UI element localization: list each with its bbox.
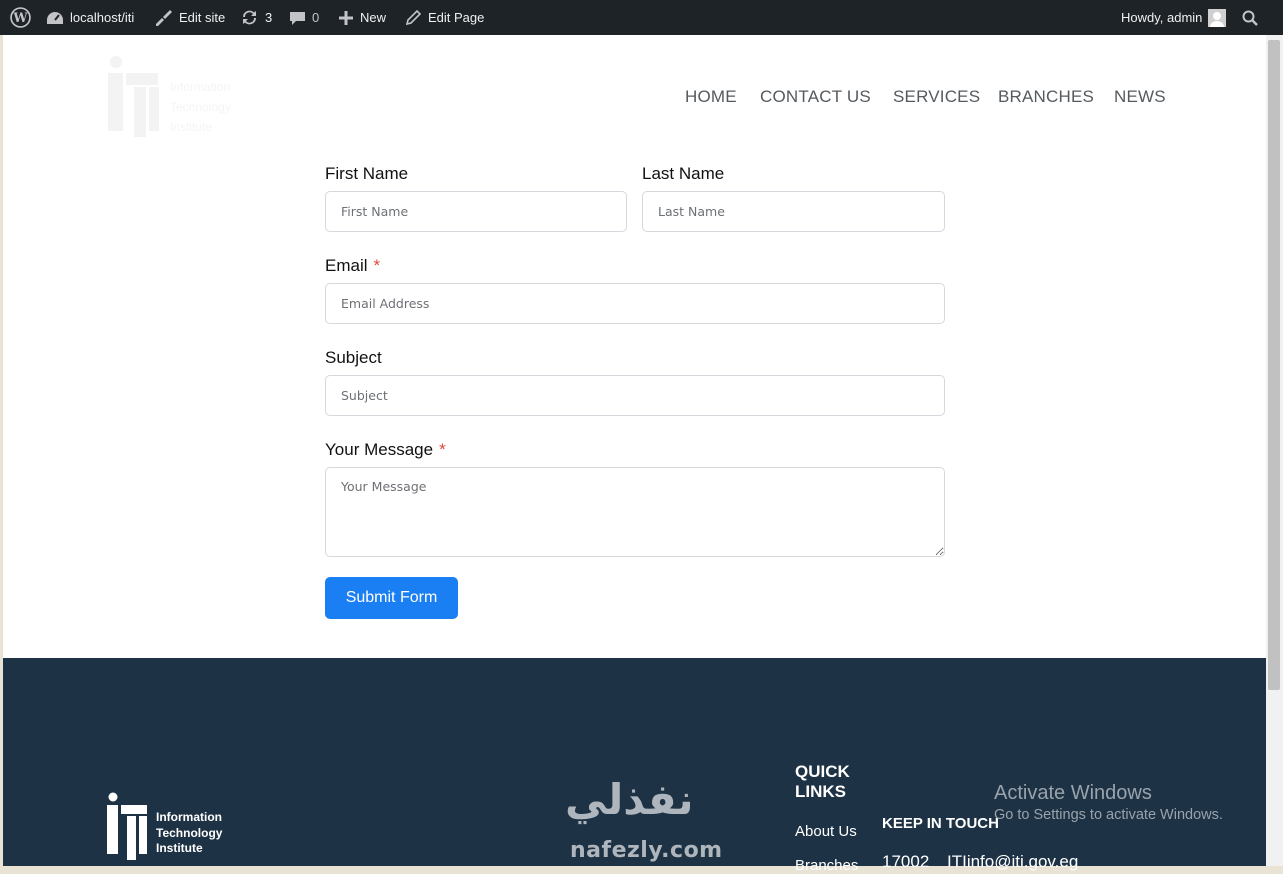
comments-link[interactable]: 0	[289, 0, 319, 35]
last-name-field[interactable]	[642, 191, 945, 232]
header-logo-line: Information	[170, 80, 231, 94]
comments-count: 0	[312, 10, 320, 25]
footer-link-about-us[interactable]: About Us	[795, 823, 857, 840]
comment-icon	[290, 11, 305, 25]
subject-field[interactable]	[325, 375, 945, 416]
message-label-text: Your Message	[325, 440, 434, 459]
dashboard-icon	[47, 11, 63, 24]
header-logo-line: Institute	[170, 120, 213, 134]
iti-logo-mark	[107, 792, 147, 860]
scrollbar-thumb[interactable]	[1268, 40, 1280, 690]
footer-logo-line: Information	[156, 810, 222, 824]
required-marker: *	[373, 256, 381, 275]
search-icon	[1242, 10, 1258, 26]
footer-phone: 17002	[882, 852, 930, 871]
message-label: Your Message *	[325, 440, 446, 460]
admin-bar: W localhost/iti Edit site 3 0 New Edit P…	[0, 0, 1283, 35]
nav-news[interactable]: NEWS	[1114, 87, 1166, 107]
header-logo[interactable]: Information Technology Institute	[104, 55, 231, 142]
message-textarea[interactable]	[325, 467, 945, 557]
brush-icon	[156, 10, 172, 26]
activate-windows-subtitle: Go to Settings to activate Windows.	[994, 807, 1223, 823]
footer-logo[interactable]: Information Technology Institute	[104, 792, 222, 865]
iti-logo-mark	[108, 56, 159, 137]
first-name-label: First Name	[325, 164, 409, 183]
keep-in-touch-title: KEEP IN TOUCH	[882, 815, 999, 832]
footer-logo-line: Institute	[156, 841, 203, 855]
admin-search-button[interactable]	[1242, 0, 1258, 35]
wordpress-menu[interactable]: W	[10, 0, 31, 35]
new-label: New	[360, 10, 387, 25]
email-label-text: Email	[325, 256, 368, 275]
updates-link[interactable]: 3	[240, 0, 272, 35]
subject-label: Subject	[325, 348, 382, 367]
nav-services[interactable]: SERVICES	[893, 87, 980, 107]
required-marker: *	[439, 440, 446, 459]
edit-site-label: Edit site	[179, 10, 226, 25]
updates-icon	[243, 10, 256, 25]
updates-count: 3	[265, 10, 273, 25]
svg-text:W: W	[12, 10, 28, 25]
header-logo-line: Technology	[170, 100, 231, 114]
activate-windows-title: Activate Windows	[994, 782, 1152, 804]
user-icon	[1210, 11, 1225, 27]
edit-page-link[interactable]: Edit Page	[405, 0, 484, 35]
howdy-greeting: Howdy, admin	[1121, 10, 1203, 25]
last-name-label: Last Name	[642, 164, 725, 183]
nafezly-watermark-latin: nafezly.com	[570, 838, 723, 863]
nav-home[interactable]: HOME	[685, 87, 737, 107]
email-field[interactable]	[325, 283, 945, 324]
nafezly-watermark-arabic: نفذلي	[565, 775, 694, 824]
site-name-link[interactable]: localhost/iti	[46, 0, 134, 35]
nav-contact-us[interactable]: CONTACT US	[760, 87, 871, 107]
edit-site-link[interactable]: Edit site	[154, 0, 225, 35]
footer-email[interactable]: ITIinfo@iti.gov.eg	[947, 852, 1078, 872]
plus-icon	[339, 10, 353, 25]
first-name-field[interactable]	[325, 191, 627, 232]
wordpress-icon: W	[10, 7, 31, 28]
avatar	[1208, 8, 1227, 27]
site-name: localhost/iti	[70, 10, 135, 25]
email-label: Email *	[325, 256, 380, 276]
submit-form-button[interactable]: Submit Form	[325, 577, 458, 619]
footer-logo-line: Technology	[156, 825, 223, 840]
pencil-icon	[405, 9, 422, 26]
quick-links-title: QUICK LINKS	[795, 762, 850, 801]
edit-page-label: Edit Page	[428, 10, 485, 25]
nav-branches[interactable]: BRANCHES	[998, 87, 1094, 107]
my-account-link[interactable]: Howdy, admin	[1121, 0, 1227, 35]
new-content-link[interactable]: New	[338, 0, 386, 35]
